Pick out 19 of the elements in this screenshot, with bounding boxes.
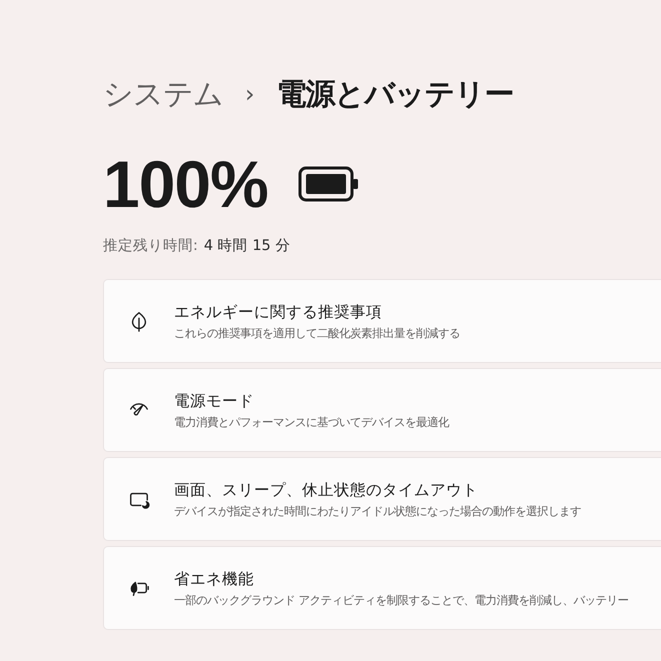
battery-percentage: 100% <box>103 146 268 222</box>
breadcrumb-separator: › <box>245 80 255 108</box>
setting-title: 省エネ機能 <box>174 568 255 590</box>
setting-title: 電源モード <box>174 390 255 412</box>
setting-description: 一部のバックグラウンド アクティビティを制限することで、電力消費を削減し、バッテリー <box>174 592 629 608</box>
settings-card[interactable]: 電源モード 電力消費とパフォーマンスに基づいてデバイスを最適化 <box>103 368 661 452</box>
breadcrumb-parent-link[interactable]: システム <box>103 74 223 114</box>
remaining-time-label: 推定残り時間: <box>103 236 198 255</box>
setting-title: 画面、スリープ、休止状態のタイムアウト <box>174 480 479 500</box>
settings-card[interactable]: エネルギーに関する推奨事項 これらの推奨事項を適用して二酸化炭素排出量を削減する <box>103 279 661 363</box>
page-title: 電源とバッテリー <box>276 76 514 114</box>
setting-description: これらの推奨事項を適用して二酸化炭素排出量を削減する <box>174 326 460 340</box>
remaining-time-value: 4 時間 15 分 <box>204 237 290 255</box>
setting-description: 電力消費とパフォーマンスに基づいてデバイスを最適化 <box>174 414 449 430</box>
settings-card[interactable]: 画面、スリープ、休止状態のタイムアウト デバイスが指定された時間にわたりアイドル状態になった場合の動作を選択します <box>103 457 661 541</box>
battery-icon <box>298 166 360 202</box>
settings-card[interactable]: 省エネ機能 一部のバックグラウンド アクティビティを制限することで、電力消費を削減し、バッテリー <box>103 546 661 630</box>
setting-description: デバイスが指定された時間にわたりアイドル状態になった場合の動作を選択します <box>174 504 581 518</box>
setting-title: エネルギーに関する推奨事項 <box>174 302 383 322</box>
